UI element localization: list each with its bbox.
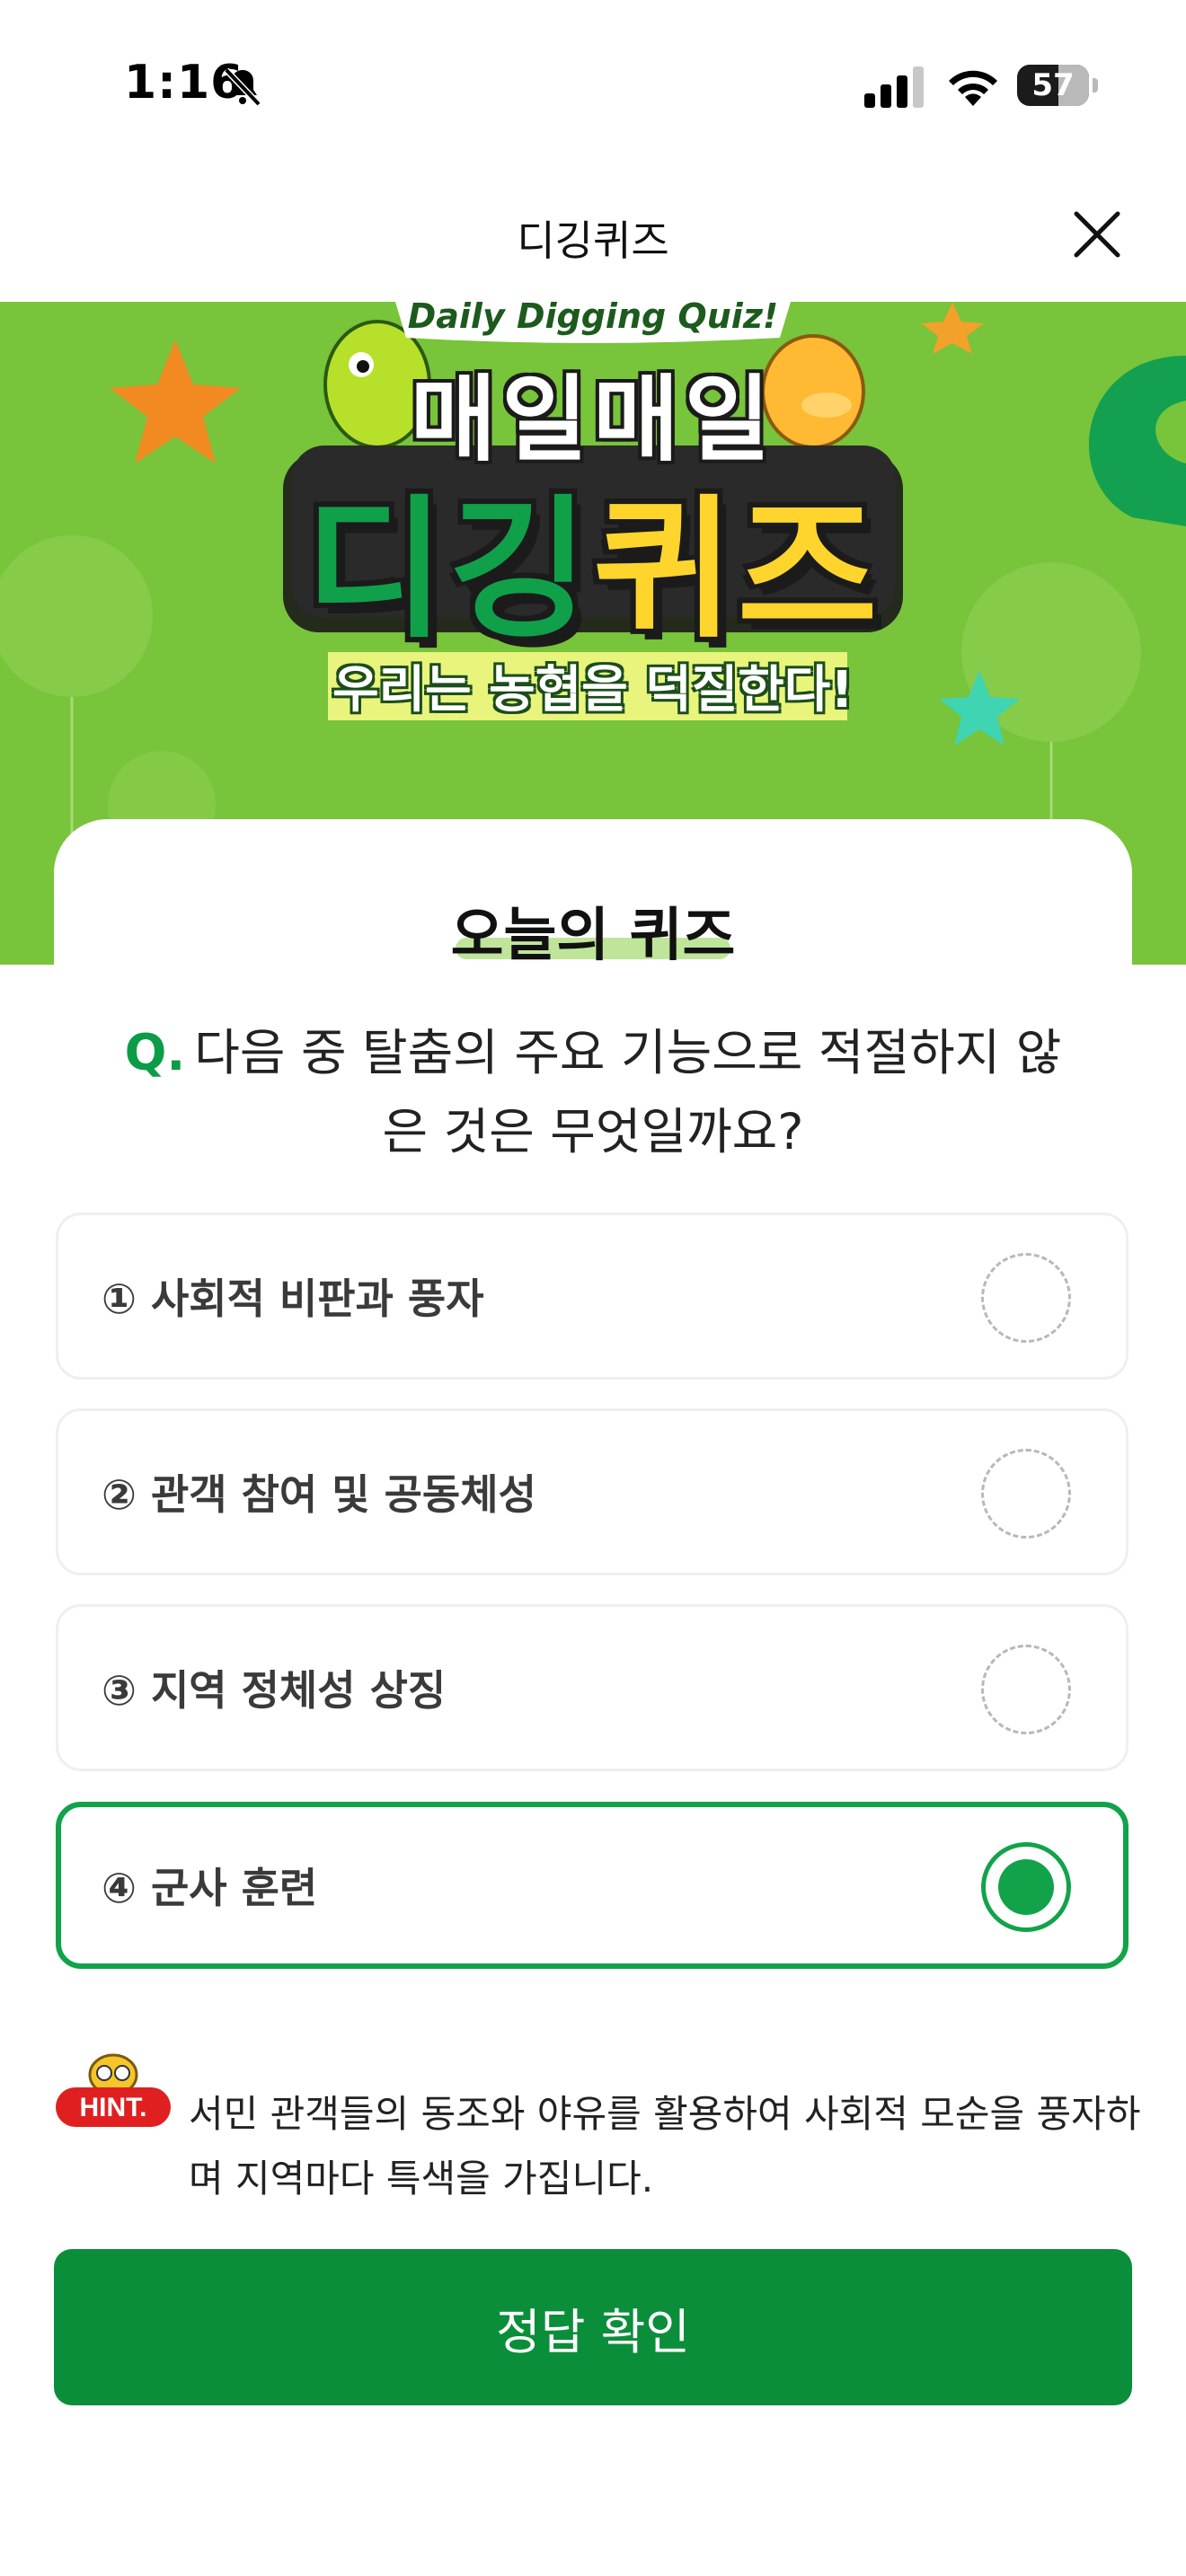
bell-muted-icon xyxy=(224,67,261,107)
option-4[interactable]: ④ 군사 훈련 xyxy=(56,1802,1128,1969)
hint-label: HINT. xyxy=(80,2093,147,2122)
option-3[interactable]: ③ 지역 정체성 상징 xyxy=(56,1604,1128,1771)
banner-line2-yellow: 퀴즈 xyxy=(593,481,881,659)
hint-text: 서민 관객들의 동조와 야유를 활용하여 사회적 모순을 풍자하며 지역마다 특… xyxy=(189,2092,1141,2201)
banner-line2-green: 디깅 xyxy=(305,481,593,659)
hint-badge-icon: HINT. xyxy=(56,2053,171,2127)
radio-button-selected[interactable] xyxy=(981,1842,1071,1932)
option-label: ③ 지역 정체성 상징 xyxy=(102,1666,447,1715)
app-header: 디깅퀴즈 xyxy=(0,171,1186,302)
option-2[interactable]: ② 관객 참여 및 공동체성 xyxy=(56,1408,1128,1575)
wifi-icon xyxy=(949,70,997,106)
status-bar: 1:16 57 xyxy=(0,0,1186,171)
quiz-question: Q. 다음 중 탈춤의 주요 기능으로 적절하지 않은 것은 무엇일까요? xyxy=(108,1013,1078,1171)
radio-button[interactable] xyxy=(981,1645,1071,1734)
close-icon[interactable] xyxy=(1066,203,1128,266)
option-label: ④ 군사 훈련 xyxy=(102,1864,318,1912)
signal-icon xyxy=(864,66,924,108)
check-answer-button[interactable]: 정답 확인 xyxy=(54,2249,1132,2405)
battery-indicator: 57 xyxy=(1017,65,1100,106)
radio-selected-dot xyxy=(998,1859,1054,1915)
battery-level: 57 xyxy=(1031,67,1075,103)
option-1[interactable]: ① 사회적 비판과 풍자 xyxy=(56,1213,1128,1380)
banner-slogan: 우리는 농협을 덕질한다! xyxy=(0,646,1186,726)
banner-english-title: Daily Digging Quiz! xyxy=(407,302,779,336)
today-quiz-title: 오늘의 퀴즈 xyxy=(450,903,736,969)
question-text: 다음 중 탈춤의 주요 기능으로 적절하지 않은 것은 무엇일까요? xyxy=(194,1024,1062,1160)
question-prefix: Q. xyxy=(124,1024,186,1081)
option-label: ① 사회적 비판과 풍자 xyxy=(102,1275,484,1323)
banner-slogan-text: 우리는 농협을 덕질한다! xyxy=(332,661,854,719)
banner-line2: 디깅퀴즈 xyxy=(0,446,1186,666)
option-label: ② 관객 참여 및 공동체성 xyxy=(102,1470,536,1519)
radio-button[interactable] xyxy=(981,1253,1071,1343)
page-title: 디깅퀴즈 xyxy=(517,216,669,265)
radio-button[interactable] xyxy=(981,1449,1071,1539)
